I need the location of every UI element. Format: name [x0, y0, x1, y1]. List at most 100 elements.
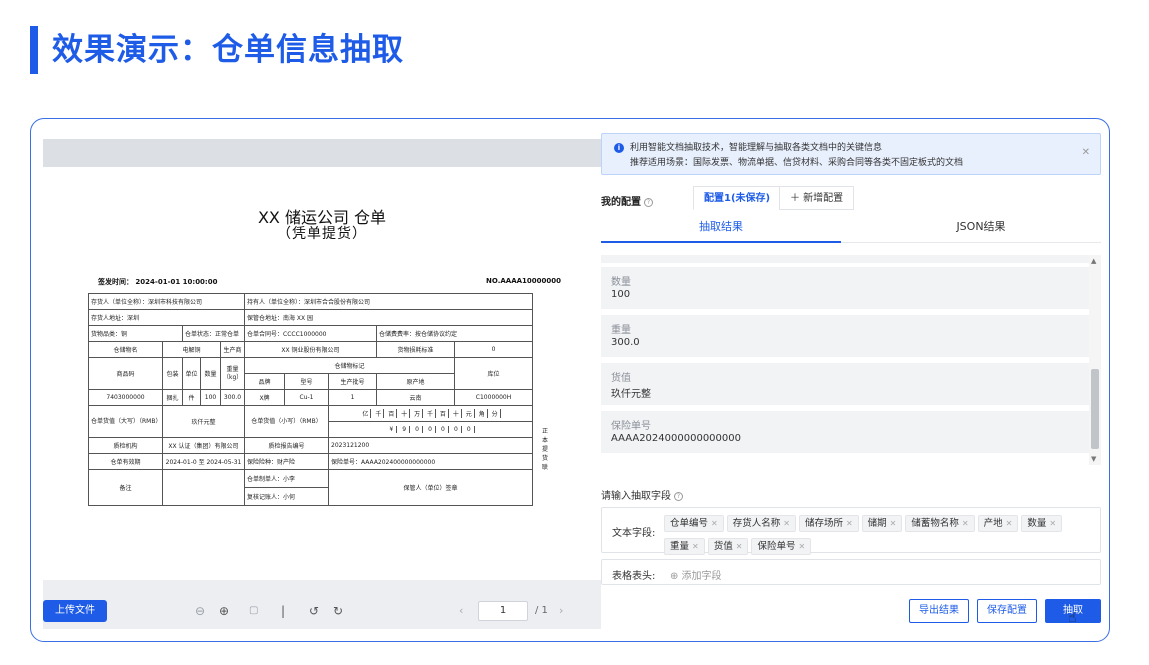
upload-file-button[interactable]: 上传文件: [43, 600, 107, 622]
document-subtitle: （凭单提货）: [277, 226, 367, 242]
tag-label: 储存场所: [804, 518, 843, 529]
digit-unit: 十: [451, 409, 462, 418]
table-cell: 2024-01-0 至 2024-05-31: [162, 453, 245, 470]
table-row: 仓单有效期 2024-01-0 至 2024-05-31 保险险种：财产险 保险…: [88, 453, 534, 470]
table-header-label: 表格表头:: [612, 571, 656, 582]
tab-json-result[interactable]: JSON结果: [861, 215, 1101, 243]
table-cell: 100: [200, 389, 221, 406]
tag-remove-icon[interactable]: ✕: [736, 542, 743, 551]
digit-value: ¥: [386, 426, 398, 433]
tag-remove-icon[interactable]: ✕: [962, 519, 969, 528]
digit-unit: 角: [477, 409, 488, 418]
divider-icon: |: [281, 604, 286, 618]
tag-remove-icon[interactable]: ✕: [783, 519, 790, 528]
field-value: 100: [611, 289, 631, 300]
scroll-up-icon[interactable]: ▲: [1091, 257, 1096, 265]
document-page: XX 储运公司 仓单 （凭单提货） 签发时间： 2024-01-01 10:00…: [43, 167, 601, 580]
table-cell: 7403000000: [88, 389, 163, 406]
table-cell: 生产批号: [328, 373, 377, 390]
result-tabs: 抽取结果 JSON结果: [601, 215, 1101, 243]
digit-unit: 百: [386, 409, 398, 418]
digit-unit: 亿: [360, 409, 372, 418]
tab-extraction-result[interactable]: 抽取结果: [601, 215, 841, 243]
field-tag[interactable]: 产地 ✕: [977, 515, 1019, 532]
fit-page-icon[interactable]: ▢: [249, 600, 258, 622]
field-tag[interactable]: 存货人名称 ✕: [726, 515, 796, 532]
alert-line-1: 利用智能文档抽取技术，智能理解与抽取各类文档中的关键信息: [630, 143, 883, 153]
field-tag[interactable]: 储存场所 ✕: [798, 515, 859, 532]
table-cell: 2023121200: [327, 437, 534, 454]
table-row: 备注 仓单制单人：小李 保管人（单位）签章: [88, 469, 534, 506]
info-alert: i 利用智能文档抽取技术，智能理解与抽取各类文档中的关键信息 推荐适用场景：国际…: [601, 133, 1101, 175]
table-cell: 货物品类：铜: [88, 325, 183, 342]
table-cell: 数量: [200, 357, 221, 390]
table-header-box: 表格表头: ⊕ 添加字段: [601, 559, 1101, 585]
zoom-out-icon[interactable]: ⊖: [195, 600, 205, 622]
tag-remove-icon[interactable]: ✕: [846, 519, 853, 528]
demo-frame: XX 储运公司 仓单 （凭单提货） 签发时间： 2024-01-01 10:00…: [30, 118, 1110, 642]
scroll-down-icon[interactable]: ▼: [1091, 455, 1096, 463]
field-tag[interactable]: 仓单编号 ✕: [664, 515, 724, 532]
rotate-left-icon[interactable]: ↺: [309, 600, 319, 622]
save-config-button[interactable]: 保存配置: [977, 599, 1037, 623]
slide-title: 效果演示：仓单信息抽取: [52, 32, 404, 68]
tab-config-1[interactable]: 配置1(未保存): [693, 186, 782, 210]
extraction-panel: i 利用智能文档抽取技术，智能理解与抽取各类文档中的关键信息 推荐适用场景：国际…: [601, 119, 1109, 641]
add-field-button[interactable]: ⊕ 添加字段: [670, 567, 722, 582]
table-cell: 质检报告编号: [244, 437, 329, 454]
field-tag[interactable]: 保险单号 ✕: [751, 538, 812, 555]
zoom-in-icon[interactable]: ⊕: [219, 600, 229, 622]
table-row: 仓单货值（大写）（RMB） 玖仟元整 仓单货值（小写）（RMB） 亿 千 百 十…: [88, 405, 534, 438]
prev-page-icon[interactable]: ‹: [459, 601, 463, 621]
table-cell: 保管人（单位）签章: [327, 469, 534, 506]
text-fields-box[interactable]: 文本字段: 仓单编号 ✕ 存货人名称 ✕ 储存场所 ✕ 储期 ✕ 储蓄物名称 ✕ 产地 ✕ 数量 ✕重量 ✕…: [601, 507, 1101, 555]
table-cell: 备注: [88, 469, 163, 506]
digit-unit: 万: [412, 409, 424, 418]
enter-fields-text: 请输入抽取字段: [601, 491, 671, 502]
tag-remove-icon[interactable]: ✕: [692, 542, 699, 551]
table-cell: 仓单货值（大写）（RMB）: [88, 405, 163, 438]
table-cell: 型号: [284, 373, 329, 390]
field-tag[interactable]: 重量 ✕: [664, 538, 705, 555]
tag-remove-icon[interactable]: ✕: [711, 519, 718, 528]
alert-line-2: 推荐适用场景：国际发票、物流单据、信贷材料、采购合同等各类不固定板式的文档: [630, 158, 964, 168]
field-tag[interactable]: 储蓄物名称 ✕: [905, 515, 975, 532]
tag-remove-icon[interactable]: ✕: [1006, 519, 1013, 528]
tag-label: 数量: [1027, 518, 1047, 529]
field-tag[interactable]: 货值 ✕: [707, 538, 749, 555]
close-icon[interactable]: ✕: [1082, 147, 1090, 158]
next-page-icon[interactable]: ›: [559, 601, 563, 621]
table-cell: 复核记账人：小何: [244, 487, 329, 506]
add-config-button[interactable]: ＋ 新增配置: [779, 186, 855, 210]
table-cell: 货物损耗标准: [376, 341, 455, 358]
tag-label: 货值: [713, 541, 733, 552]
table-cell: 仓单货值（小写）（RMB）: [244, 405, 329, 438]
table-cell: 件: [182, 389, 201, 406]
table-cell: 0: [453, 341, 534, 358]
tag-label: 重量: [670, 541, 690, 552]
tag-remove-icon[interactable]: ✕: [798, 542, 805, 551]
table-cell: 原产地: [376, 373, 455, 390]
export-results-button[interactable]: 导出结果: [909, 599, 969, 623]
tag-label: 储期: [867, 518, 887, 529]
help-icon[interactable]: ?: [644, 197, 653, 207]
tag-remove-icon[interactable]: ✕: [1049, 519, 1056, 528]
table-cell: 电解铜: [162, 341, 221, 358]
page-number-input[interactable]: 1: [478, 601, 528, 621]
results-scrollbar[interactable]: ▲ ▼: [1089, 255, 1101, 465]
help-icon[interactable]: ?: [674, 491, 683, 501]
scrollbar-thumb[interactable]: [1091, 369, 1099, 449]
viewer-toolbar: 上传文件 ⊖ ⊕ ▢ | ↺ ↻ ‹ 1 / 1 ›: [43, 580, 601, 629]
enter-fields-label: 请输入抽取字段?: [601, 487, 683, 502]
tag-remove-icon[interactable]: ✕: [890, 519, 897, 528]
table-cell: XX 铜业股份有限公司: [244, 341, 377, 358]
table-cell: 仓储费费率：按仓储协议约定: [375, 325, 534, 342]
table-row: 存货人（单位全称）：深圳市科技有限公司 持有人（单位全称）：深圳市合合股份有限公…: [88, 293, 534, 310]
hand-cursor-icon: ☝: [1068, 610, 1077, 626]
field-tag[interactable]: 数量 ✕: [1021, 515, 1063, 532]
field-tag[interactable]: 储期 ✕: [861, 515, 903, 532]
results-list: 数量 100 重量 300.0 货值 玖仟元整 保险单号 AAAA2024000…: [601, 255, 1101, 465]
document-number: NO.AAAA10000000: [486, 277, 561, 285]
rotate-right-icon[interactable]: ↻: [333, 600, 343, 622]
table-cell: 仓单制单人：小李: [244, 469, 329, 488]
